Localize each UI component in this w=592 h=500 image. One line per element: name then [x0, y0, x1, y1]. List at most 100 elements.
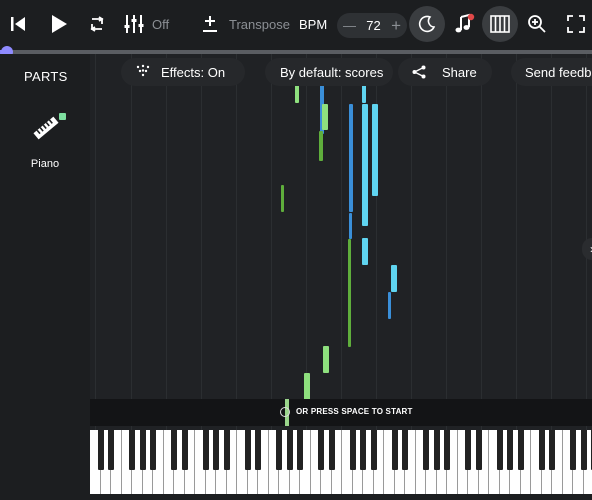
grid-line	[411, 54, 412, 430]
sparkle-icon	[136, 64, 150, 77]
black-key[interactable]	[538, 430, 545, 470]
loop-icon[interactable]	[84, 8, 110, 40]
bpm-stepper: — 72 +	[337, 13, 407, 38]
grid-line	[131, 54, 132, 430]
black-key[interactable]	[507, 430, 513, 470]
grid-line	[551, 54, 552, 430]
black-key[interactable]	[129, 430, 135, 470]
note-bar	[349, 104, 353, 212]
bpm-label: BPM	[299, 17, 328, 32]
note-bar	[362, 84, 366, 103]
note-bar	[362, 104, 368, 226]
note-bar	[281, 185, 284, 212]
black-key[interactable]	[108, 430, 114, 470]
note-bar	[388, 292, 391, 319]
grid-line	[201, 54, 202, 430]
piano-icon[interactable]	[33, 115, 59, 141]
black-key[interactable]	[423, 430, 429, 470]
note-bar	[391, 265, 397, 292]
view-mode-button[interactable]: By default: scores	[265, 58, 393, 86]
mixer-status: Off	[152, 17, 170, 32]
app: Off Transpose BPM — 72 + PARTS Piano Eff…	[0, 0, 592, 500]
grid-line	[516, 54, 517, 430]
grid-line	[236, 54, 237, 430]
black-key[interactable]	[402, 430, 408, 470]
black-key[interactable]	[255, 430, 261, 470]
black-key[interactable]	[181, 430, 188, 470]
black-key[interactable]	[213, 430, 219, 470]
black-key[interactable]	[244, 430, 251, 470]
skip-back-icon[interactable]	[6, 8, 30, 40]
grid-line	[341, 54, 342, 430]
piano-view-button[interactable]	[482, 6, 518, 42]
share-icon	[412, 65, 426, 79]
share-button[interactable]: Share	[398, 58, 492, 86]
black-key[interactable]	[171, 430, 177, 470]
black-key[interactable]	[517, 430, 524, 470]
black-key[interactable]	[318, 430, 324, 470]
start-indicator-icon	[280, 407, 290, 417]
black-key[interactable]	[496, 430, 503, 470]
note-bar	[348, 239, 351, 347]
note-bar	[349, 213, 352, 239]
note-bar	[362, 238, 368, 265]
transpose-label[interactable]: Transpose	[229, 17, 290, 33]
black-key[interactable]	[328, 430, 335, 470]
black-key[interactable]	[150, 430, 156, 470]
view-mode-label: By default: scores	[280, 64, 384, 80]
piano-keyboard[interactable]	[90, 430, 592, 494]
bpm-value[interactable]: 72	[366, 18, 380, 33]
share-label: Share	[442, 64, 477, 80]
moon-icon	[418, 15, 436, 33]
bottom-strip	[0, 494, 592, 500]
piano-roll	[90, 54, 592, 430]
bpm-decrease-button[interactable]: —	[343, 18, 356, 33]
note-bar	[295, 84, 299, 103]
black-key[interactable]	[570, 430, 576, 470]
bpm-increase-button[interactable]: +	[391, 16, 401, 36]
start-prompt: OR PRESS SPACE TO START	[296, 407, 413, 416]
black-key[interactable]	[202, 430, 209, 470]
sliders-icon[interactable]	[121, 8, 147, 40]
black-key[interactable]	[475, 430, 482, 470]
music-note-icon[interactable]	[452, 8, 476, 40]
play-icon[interactable]	[46, 8, 72, 40]
black-key[interactable]	[370, 430, 377, 470]
black-key[interactable]	[223, 430, 230, 470]
toolbar: Off Transpose BPM — 72 +	[0, 0, 592, 46]
note-bar	[372, 104, 378, 196]
effects-button[interactable]: Effects: On	[121, 58, 245, 86]
grid-line	[95, 54, 96, 430]
black-key[interactable]	[444, 430, 450, 470]
black-key[interactable]	[360, 430, 366, 470]
black-key[interactable]	[549, 430, 555, 470]
black-key[interactable]	[276, 430, 282, 470]
fullscreen-icon[interactable]	[564, 8, 588, 40]
effects-label: Effects: On	[161, 64, 226, 80]
grid-line	[446, 54, 447, 430]
black-key[interactable]	[465, 430, 471, 470]
grid-line	[271, 54, 272, 430]
feedback-button[interactable]: Send feedb	[511, 58, 592, 86]
night-mode-button[interactable]	[409, 6, 445, 42]
black-key[interactable]	[391, 430, 398, 470]
grid-line	[166, 54, 167, 430]
black-key[interactable]	[97, 430, 104, 470]
black-key[interactable]	[580, 430, 587, 470]
note-bar	[323, 346, 329, 373]
black-key[interactable]	[297, 430, 303, 470]
part-color-indicator	[59, 113, 66, 120]
part-label[interactable]: Piano	[22, 158, 68, 170]
black-key[interactable]	[139, 430, 146, 470]
piano-keys-icon	[490, 15, 510, 33]
zoom-in-icon[interactable]	[525, 8, 549, 40]
grid-line	[481, 54, 482, 430]
plus-minus-icon[interactable]	[199, 8, 221, 40]
black-key[interactable]	[286, 430, 293, 470]
black-key[interactable]	[433, 430, 440, 470]
feedback-label: Send feedb	[525, 64, 592, 80]
note-bar	[304, 373, 310, 400]
note-bar	[322, 104, 328, 130]
black-key[interactable]	[349, 430, 356, 470]
note-bar	[319, 131, 323, 161]
